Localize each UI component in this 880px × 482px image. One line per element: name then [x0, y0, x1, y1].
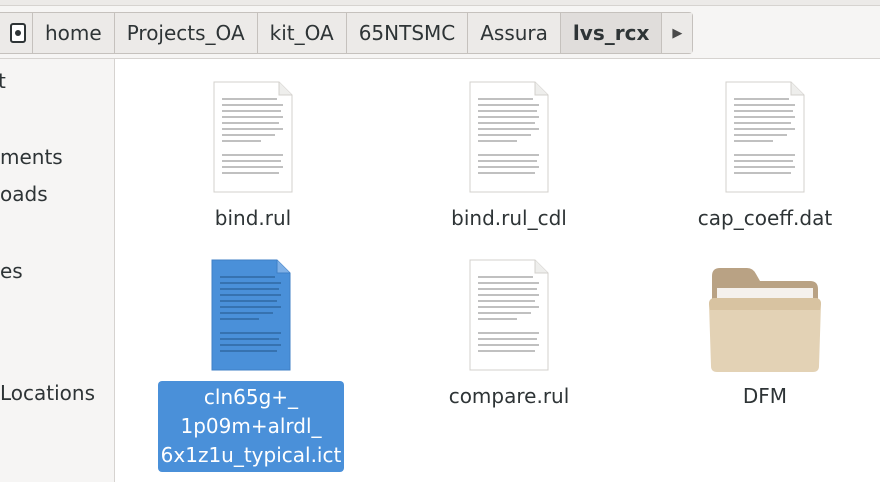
file-name-line: 1p09m+alrdl_ — [180, 414, 322, 438]
text-file-icon — [469, 81, 549, 193]
folder-name: DFM — [742, 384, 788, 408]
path-toolbar: home Projects_OA kit_OA 65NTSMC Assura l… — [0, 0, 880, 59]
places-sidebar: t ments oads es Locations — [0, 59, 115, 482]
breadcrumb-assura[interactable]: Assura — [468, 13, 561, 53]
breadcrumb-lvs-rcx[interactable]: lvs_rcx — [560, 13, 663, 53]
file-name: cap_coeff.dat — [697, 206, 833, 230]
root-location-button[interactable] — [0, 13, 33, 53]
text-file-icon — [725, 81, 805, 193]
breadcrumb-65ntsmc[interactable]: 65NTSMC — [346, 13, 469, 53]
file-icon-view: bind.rul bind.rul_cdl cap_coeff.dat cln6… — [115, 59, 880, 482]
sidebar-item-pictures[interactable]: es — [0, 259, 23, 283]
file-name-line: cln65g+_ — [203, 385, 299, 409]
breadcrumb-kit-oa[interactable]: kit_OA — [257, 13, 347, 53]
file-name-selected: cln65g+_ 1p09m+alrdl_ 6x1z1u_typical.ict — [158, 381, 344, 472]
folder-icon — [709, 268, 821, 372]
breadcrumb-home[interactable]: home — [33, 13, 115, 53]
sidebar-item-downloads[interactable]: oads — [0, 182, 48, 206]
sidebar-item-recent[interactable]: t — [0, 69, 6, 93]
sidebar-item-other-locations[interactable]: Locations — [0, 381, 95, 405]
breadcrumb-projects-oa[interactable]: Projects_OA — [114, 13, 258, 53]
breadcrumb: home Projects_OA kit_OA 65NTSMC Assura l… — [0, 12, 694, 54]
toolbar-top-edge — [0, 0, 880, 6]
file-name: bind.rul_cdl — [451, 206, 567, 230]
chevron-right-icon[interactable]: ▶ — [662, 13, 693, 53]
text-file-icon — [213, 81, 293, 193]
text-file-icon — [469, 259, 549, 371]
file-name: compare.rul — [448, 384, 570, 408]
file-name-line: 6x1z1u_typical.ict — [160, 443, 342, 467]
sidebar-item-documents[interactable]: ments — [0, 145, 63, 169]
drive-icon — [10, 23, 26, 43]
file-name: bind.rul — [214, 206, 292, 230]
text-file-icon — [211, 259, 291, 371]
